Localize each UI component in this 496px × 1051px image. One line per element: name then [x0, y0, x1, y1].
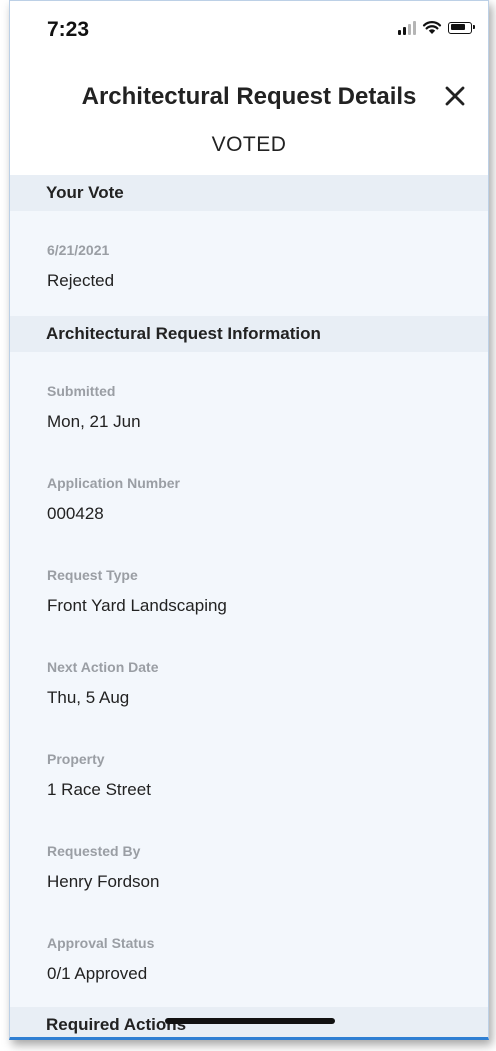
vote-value: Rejected [47, 271, 115, 290]
field-value: Henry Fordson [47, 872, 160, 891]
field-value: 000428 [47, 504, 104, 523]
field-next-action-date: Next Action Date Thu, 5 Aug [10, 659, 488, 708]
field-value: Mon, 21 Jun [47, 412, 141, 431]
wifi-icon [422, 21, 442, 34]
section-header-your-vote: Your Vote [10, 175, 488, 211]
close-button[interactable] [440, 81, 470, 111]
field-value: Front Yard Landscaping [47, 596, 227, 615]
field-value: 0/1 Approved [47, 964, 148, 983]
battery-icon [448, 21, 475, 34]
field-label: Requested By [47, 843, 141, 859]
field-label: Approval Status [47, 935, 155, 951]
field-label: Property [47, 751, 105, 767]
field-request-type: Request Type Front Yard Landscaping [10, 567, 488, 616]
vote-field: 6/21/2021 Rejected [10, 242, 488, 291]
field-label: Request Type [47, 567, 138, 583]
field-requested-by: Requested By Henry Fordson [10, 843, 488, 892]
request-status: VOTED [211, 133, 287, 156]
field-value: Thu, 5 Aug [47, 688, 130, 707]
status-icons [398, 20, 475, 35]
status-bar: 7:23 [10, 1, 488, 61]
page-title: Architectural Request Details [81, 83, 417, 110]
field-value: 1 Race Street [47, 780, 151, 799]
field-application-number: Application Number 000428 [10, 475, 488, 524]
cellular-signal-icon [398, 20, 416, 35]
field-property: Property 1 Race Street [10, 751, 488, 800]
field-submitted: Submitted Mon, 21 Jun [10, 383, 488, 432]
home-indicator[interactable] [165, 1018, 335, 1024]
field-label: Next Action Date [47, 659, 159, 675]
section-header-request-info: Architectural Request Information [10, 316, 488, 352]
details-content[interactable]: Your Vote 6/21/2021 Rejected Architectur… [10, 175, 488, 1037]
status-time: 7:23 [47, 18, 90, 41]
phone-screen: 7:23 Architectural Request Details VOTED… [9, 0, 489, 1040]
field-label: Application Number [47, 475, 181, 491]
close-icon [445, 86, 465, 106]
field-approval-status: Approval Status 0/1 Approved [10, 935, 488, 984]
field-label: Submitted [47, 383, 116, 399]
vote-date: 6/21/2021 [47, 242, 110, 258]
